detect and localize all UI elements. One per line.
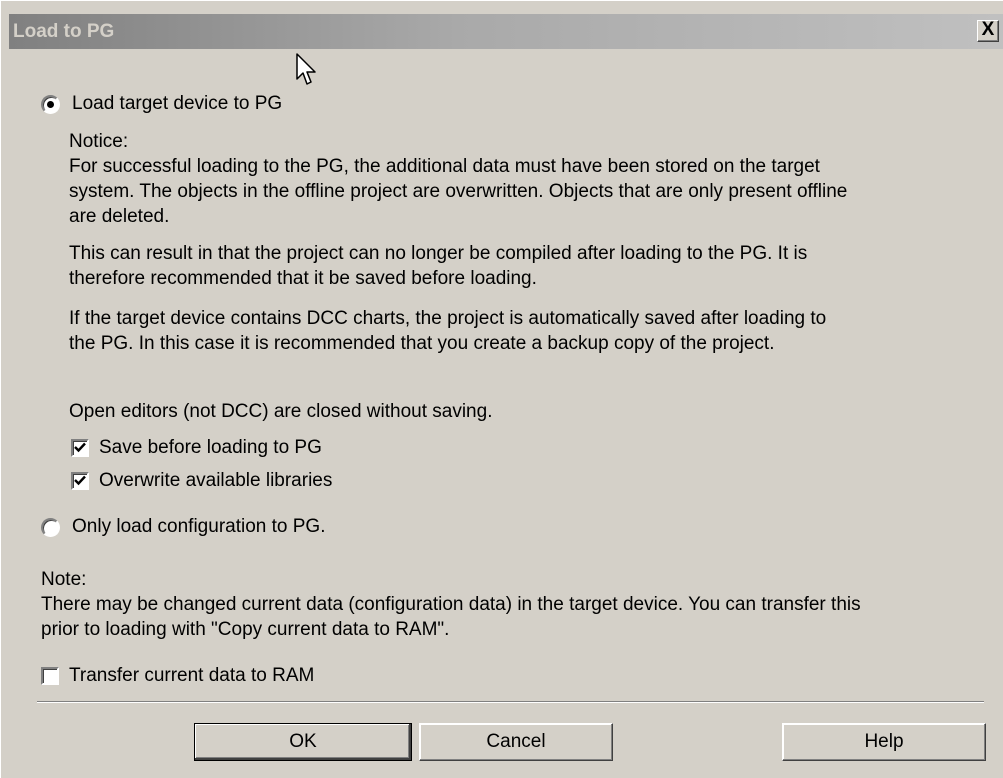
window-title: Load to PG (13, 21, 115, 42)
checkbox-box[interactable] (41, 667, 59, 685)
notice-p2-line1: This can result in that the project can … (69, 243, 808, 264)
notice-heading: Notice: (69, 131, 129, 152)
radio-only-config-label: Only load configuration to PG. (72, 516, 326, 537)
notice-p1-line2: system. The objects in the offline proje… (69, 181, 848, 202)
checkmark-icon (74, 442, 86, 453)
checkbox-save-before-loading[interactable]: Save before loading to PG (71, 437, 322, 459)
load-to-pg-dialog: Load to PG X Load target device to PG No… (0, 0, 1003, 778)
checkbox-box[interactable] (71, 472, 89, 490)
notice-paragraph-3: If the target device contains DCC charts… (69, 306, 826, 356)
notice-block: Notice: For successful loading to the PG… (69, 129, 847, 229)
overwrite-libraries-label: Overwrite available libraries (99, 470, 333, 491)
notice-paragraph-2: This can result in that the project can … (69, 241, 807, 291)
notice-p1-line1: For successful loading to the PG, the ad… (69, 156, 820, 177)
checkbox-overwrite-libraries[interactable]: Overwrite available libraries (71, 470, 332, 492)
note-heading: Note: (41, 569, 87, 590)
separator-line (37, 701, 984, 703)
ok-button[interactable]: OK (194, 723, 412, 761)
transfer-ram-label: Transfer current data to RAM (69, 665, 315, 686)
help-button[interactable]: Help (782, 723, 986, 761)
cancel-button[interactable]: Cancel (419, 723, 613, 761)
note-line1: There may be changed current data (confi… (41, 594, 861, 615)
notice-p2-line2: therefore recommended that it be saved b… (69, 268, 537, 289)
editors-closed-text: Open editors (not DCC) are closed withou… (69, 401, 493, 422)
close-button[interactable]: X (977, 20, 999, 42)
checkbox-transfer-current-data[interactable]: Transfer current data to RAM (41, 665, 314, 687)
mouse-pointer-icon (296, 53, 316, 85)
notice-p3-line2: the PG. In this case it is recommended t… (69, 333, 775, 354)
save-before-loading-label: Save before loading to PG (99, 437, 322, 458)
note-line2: prior to loading with "Copy current data… (41, 619, 450, 640)
radio-load-target-device[interactable]: Load target device to PG (41, 93, 282, 115)
title-bar[interactable]: Load to PG X (9, 14, 1003, 49)
close-icon: X (981, 19, 995, 40)
radio-only-load-configuration[interactable]: Only load configuration to PG. (41, 516, 325, 538)
radio-load-target-label: Load target device to PG (72, 93, 283, 114)
radio-button-unselected[interactable] (41, 517, 60, 537)
notice-p1-line3: are deleted. (69, 206, 170, 227)
checkmark-icon (74, 475, 86, 486)
radio-button-selected[interactable] (41, 94, 60, 114)
checkbox-box[interactable] (71, 439, 89, 457)
note-block: Note: There may be changed current data … (41, 567, 861, 642)
notice-p3-line1: If the target device contains DCC charts… (69, 308, 827, 329)
